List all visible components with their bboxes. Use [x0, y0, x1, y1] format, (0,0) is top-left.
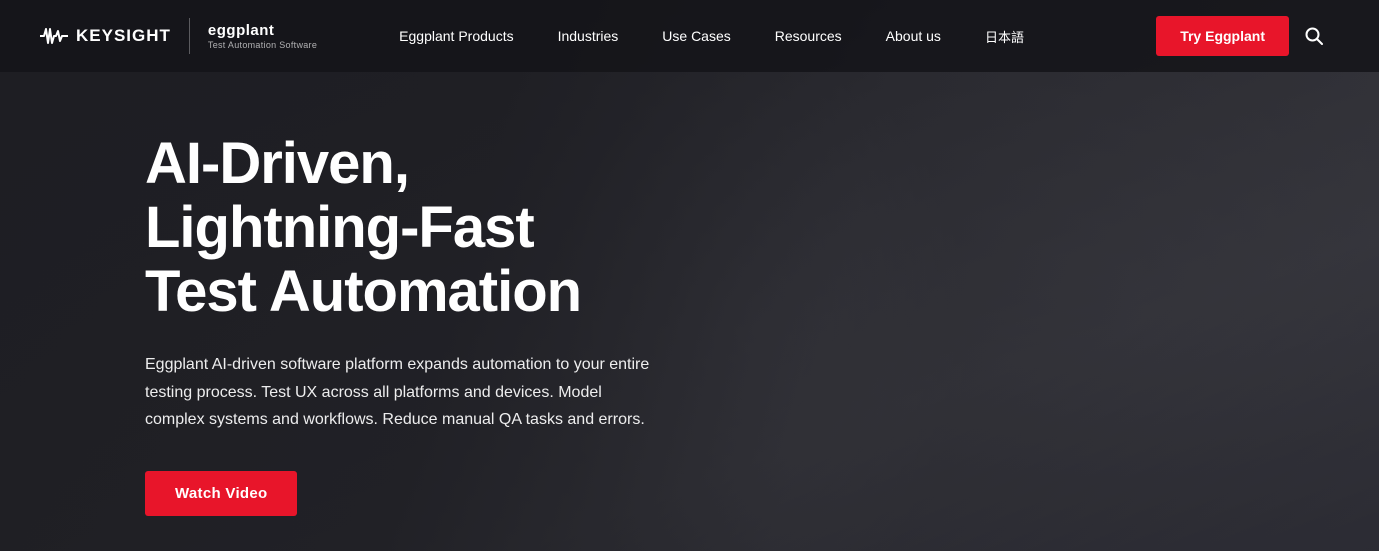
search-icon	[1305, 27, 1323, 45]
keysight-logo[interactable]: KEYSIGHT	[40, 26, 171, 46]
eggplant-logo[interactable]: eggplant Test Automation Software	[208, 22, 317, 50]
hero-section: KEYSIGHT eggplant Test Automation Softwa…	[0, 0, 1379, 551]
search-button[interactable]	[1289, 27, 1339, 45]
nav-link-industries[interactable]: Industries	[536, 0, 641, 72]
hero-title-line1: AI-Driven, Lightning-Fast	[145, 131, 534, 260]
logo-divider	[189, 18, 190, 54]
hero-content: AI-Driven, Lightning-Fast Test Automatio…	[0, 72, 700, 551]
hero-title: AI-Driven, Lightning-Fast Test Automatio…	[145, 132, 660, 323]
nav-links: Eggplant Products Industries Use Cases R…	[377, 0, 1148, 72]
nav-link-about-us[interactable]: About us	[864, 0, 963, 72]
keysight-waveform-icon	[40, 26, 68, 46]
hero-title-line2: Test Automation	[145, 259, 581, 324]
hero-description: Eggplant AI-driven software platform exp…	[145, 351, 660, 433]
nav-link-resources[interactable]: Resources	[753, 0, 864, 72]
navbar: KEYSIGHT eggplant Test Automation Softwa…	[0, 0, 1379, 72]
nav-link-use-cases[interactable]: Use Cases	[640, 0, 752, 72]
eggplant-tagline: Test Automation Software	[208, 40, 317, 50]
logo-area: KEYSIGHT eggplant Test Automation Softwa…	[40, 18, 317, 54]
nav-link-eggplant-products[interactable]: Eggplant Products	[377, 0, 535, 72]
watch-video-button[interactable]: Watch Video	[145, 471, 297, 516]
nav-link-japanese[interactable]: 日本語	[963, 0, 1046, 72]
try-eggplant-button[interactable]: Try Eggplant	[1156, 16, 1289, 56]
eggplant-name: eggplant	[208, 22, 317, 39]
keysight-text: KEYSIGHT	[76, 26, 171, 46]
